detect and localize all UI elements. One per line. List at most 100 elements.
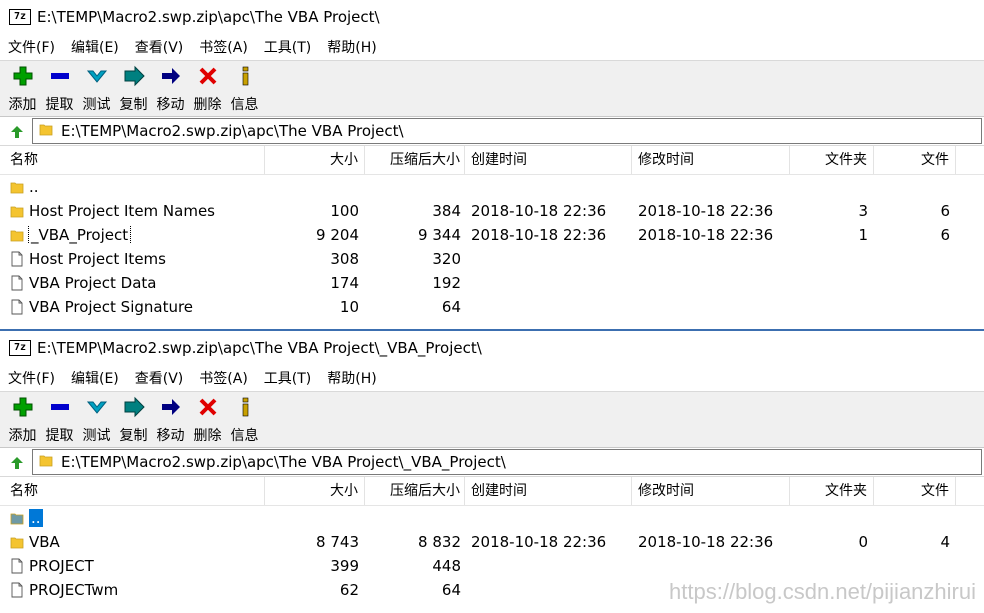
info-icon <box>234 396 256 425</box>
address-input[interactable]: E:\TEMP\Macro2.swp.zip\apc\The VBA Proje… <box>32 118 982 144</box>
menu-item[interactable]: 查看(V) <box>135 368 184 388</box>
item-files: 6 <box>940 202 950 220</box>
move-button[interactable]: 移动 <box>152 392 189 445</box>
column-header-cell[interactable]: 文件夹 <box>790 477 874 505</box>
item-name: .. <box>29 509 43 527</box>
list-item[interactable]: PROJECT 399 448 <box>0 554 984 578</box>
watermark: https://blog.csdn.net/pijianzhirui <box>669 579 976 604</box>
list-item[interactable]: VBA 8 743 8 832 2018-10-18 22:36 2018-10-18 … <box>0 530 984 554</box>
item-modified: 2018-10-18 22:36 <box>638 533 774 551</box>
delete-button[interactable]: 删除 <box>189 392 226 445</box>
copy-icon <box>123 396 145 425</box>
menu-item[interactable]: 工具(T) <box>264 368 311 388</box>
toolbar-label: 信息 <box>230 428 259 444</box>
menu-item[interactable]: 帮助(H) <box>327 37 376 57</box>
extract-button[interactable]: 提取 <box>41 61 78 114</box>
item-packed: 384 <box>432 202 461 220</box>
extract-button[interactable]: 提取 <box>41 392 78 445</box>
menu-item[interactable]: 查看(V) <box>135 37 184 57</box>
toolbar-label: 删除 <box>193 428 222 444</box>
window-title: E:\TEMP\Macro2.swp.zip\apc\The VBA Proje… <box>37 339 482 357</box>
menu-item[interactable]: 书签(A) <box>199 368 248 388</box>
test-button[interactable]: 测试 <box>78 61 115 114</box>
file-icon <box>10 299 24 315</box>
add-icon <box>12 65 34 94</box>
menu-item[interactable]: 编辑(E) <box>71 368 119 388</box>
item-modified: 2018-10-18 22:36 <box>638 226 774 244</box>
copy-button[interactable]: 复制 <box>115 392 152 445</box>
item-packed: 9 344 <box>418 226 461 244</box>
copy-button[interactable]: 复制 <box>115 61 152 114</box>
list-item[interactable]: .. <box>0 506 984 530</box>
menu-item[interactable]: 编辑(E) <box>71 37 119 57</box>
up-folder-button[interactable] <box>4 120 26 142</box>
list-item[interactable]: Host Project Item Names 100 384 2018-10-18 … <box>0 199 984 223</box>
item-size: 174 <box>330 274 359 292</box>
up-folder-button[interactable] <box>4 451 26 473</box>
info-icon <box>234 65 256 94</box>
menu-item[interactable]: 文件(F) <box>8 368 55 388</box>
item-created: 2018-10-18 22:36 <box>471 533 607 551</box>
item-packed: 64 <box>441 298 461 316</box>
item-files: 6 <box>940 226 950 244</box>
test-icon <box>86 396 108 425</box>
column-header-cell[interactable]: 修改时间 <box>632 477 790 505</box>
toolbar-label: 测试 <box>82 97 111 113</box>
extract-icon <box>49 396 71 425</box>
item-name: .. <box>29 178 39 196</box>
column-header-cell[interactable]: 名称 <box>0 146 265 174</box>
list-item[interactable]: Host Project Items 308 320 <box>0 247 984 271</box>
item-packed: 448 <box>432 557 461 575</box>
item-size: 100 <box>330 202 359 220</box>
column-header-cell[interactable]: 文件 <box>874 477 956 505</box>
add-button[interactable]: 添加 <box>4 392 41 445</box>
toolbar: 添加 提取 测试 复制 移动 删除 信息 <box>0 392 984 448</box>
menu-item[interactable]: 帮助(H) <box>327 368 376 388</box>
title-bar: 7z E:\TEMP\Macro2.swp.zip\apc\The VBA Pr… <box>0 0 984 34</box>
toolbar-label: 删除 <box>193 97 222 113</box>
item-name: Host Project Item Names <box>29 202 215 220</box>
column-header-cell[interactable]: 压缩后大小 <box>365 146 465 174</box>
list-item[interactable]: .. <box>0 175 984 199</box>
test-icon <box>86 65 108 94</box>
item-size: 399 <box>330 557 359 575</box>
list-item[interactable]: _VBA_Project 9 204 9 344 2018-10-18 22:36 20… <box>0 223 984 247</box>
info-button[interactable]: 信息 <box>226 392 263 445</box>
column-header-cell[interactable]: 大小 <box>265 477 365 505</box>
address-bar: E:\TEMP\Macro2.swp.zip\apc\The VBA Proje… <box>0 117 984 146</box>
extract-icon <box>49 65 71 94</box>
column-header-cell[interactable]: 创建时间 <box>465 146 632 174</box>
file-icon <box>10 275 24 291</box>
item-created: 2018-10-18 22:36 <box>471 226 607 244</box>
column-header-cell[interactable]: 压缩后大小 <box>365 477 465 505</box>
move-icon <box>160 65 182 94</box>
add-button[interactable]: 添加 <box>4 61 41 114</box>
item-packed: 64 <box>441 581 461 599</box>
delete-button[interactable]: 删除 <box>189 61 226 114</box>
address-input[interactable]: E:\TEMP\Macro2.swp.zip\apc\The VBA Proje… <box>32 449 982 475</box>
column-header-cell[interactable]: 创建时间 <box>465 477 632 505</box>
list-item[interactable]: VBA Project Data 174 192 <box>0 271 984 295</box>
menu-item[interactable]: 工具(T) <box>264 37 311 57</box>
column-header-cell[interactable]: 文件夹 <box>790 146 874 174</box>
column-header-cell[interactable]: 大小 <box>265 146 365 174</box>
menu-item[interactable]: 文件(F) <box>8 37 55 57</box>
item-name: Host Project Items <box>29 250 166 268</box>
info-button[interactable]: 信息 <box>226 61 263 114</box>
column-header-cell[interactable]: 名称 <box>0 477 265 505</box>
item-name: VBA Project Data <box>29 274 157 292</box>
file-icon <box>10 558 24 574</box>
menu-bar: 文件(F) 编辑(E) 查看(V) 书签(A) 工具(T) 帮助(H) <box>0 365 984 392</box>
archive-window-2: 7z E:\TEMP\Macro2.swp.zip\apc\The VBA Pr… <box>0 331 984 613</box>
list-item[interactable]: VBA Project Signature 10 64 <box>0 295 984 319</box>
column-header-cell[interactable]: 修改时间 <box>632 146 790 174</box>
test-button[interactable]: 测试 <box>78 392 115 445</box>
file-icon <box>10 251 24 267</box>
file-icon <box>10 582 24 598</box>
move-button[interactable]: 移动 <box>152 61 189 114</box>
toolbar-label: 复制 <box>119 97 148 113</box>
column-header-cell[interactable]: 文件 <box>874 146 956 174</box>
menu-item[interactable]: 书签(A) <box>199 37 248 57</box>
toolbar-label: 信息 <box>230 97 259 113</box>
item-folders: 1 <box>858 226 868 244</box>
